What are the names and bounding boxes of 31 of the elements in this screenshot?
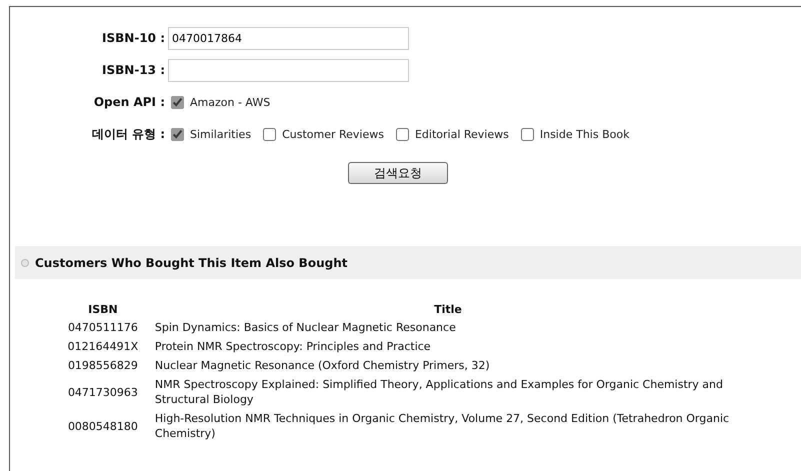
column-header: Title (433, 302, 463, 318)
input-field[interactable] (168, 58, 409, 82)
field-label: ISBN-10 : (101, 31, 166, 45)
table-cell-text: Spin Dynamics: Basics of Nuclear Magnetic Resonance (154, 320, 457, 336)
field-label: Open API : (92, 95, 166, 109)
table-cell-text: 012164491X (66, 339, 140, 355)
checkbox[interactable] (171, 96, 184, 108)
table-cell-text: Nuclear Magnetic Resonance (Oxford Chemistry Primers, 32) (154, 358, 491, 374)
table-cell-text: 0471730963 (66, 384, 139, 400)
checkbox[interactable] (171, 128, 184, 140)
checkbox-label: Editorial Reviews (414, 128, 509, 140)
table-cell-text: High-Resolution NMR Techniques in Organic Chemistry, Volume 27, Second Edition (Tetrahedron Organic Chemistry) (154, 411, 730, 442)
column-header: ISBN (87, 302, 119, 318)
bullet-icon (21, 258, 29, 266)
checkbox-label: Similarities (190, 128, 252, 140)
table-cell-text: 0080548180 (66, 418, 139, 434)
field-label: ISBN-13 : (101, 63, 166, 77)
table-cell-text: NMR Spectroscopy Explained: Simplified Theory, Applications and Examples for Organic Chemistry and Structural Biology (154, 377, 724, 408)
field-label: 데이터 유형 : (90, 126, 166, 142)
checkbox[interactable] (263, 128, 276, 140)
checkbox-label: Amazon - AWS (190, 96, 270, 108)
search-button[interactable]: 검색요청 (348, 162, 448, 184)
table-cell-text: 0198556829 (66, 358, 139, 374)
section-title: Customers Who Bought This Item Also Bought (35, 256, 348, 270)
checkbox-label: Customer Reviews (282, 128, 384, 140)
checkbox-label: Inside This Book (540, 128, 630, 140)
table-cell-text: 0470511176 (66, 320, 139, 336)
table-cell-text: Protein NMR Spectroscopy: Principles and Practice (154, 339, 432, 355)
input-field[interactable]: 0470017864 (168, 26, 409, 50)
checkbox[interactable] (520, 128, 534, 140)
checkbox[interactable] (396, 128, 409, 140)
